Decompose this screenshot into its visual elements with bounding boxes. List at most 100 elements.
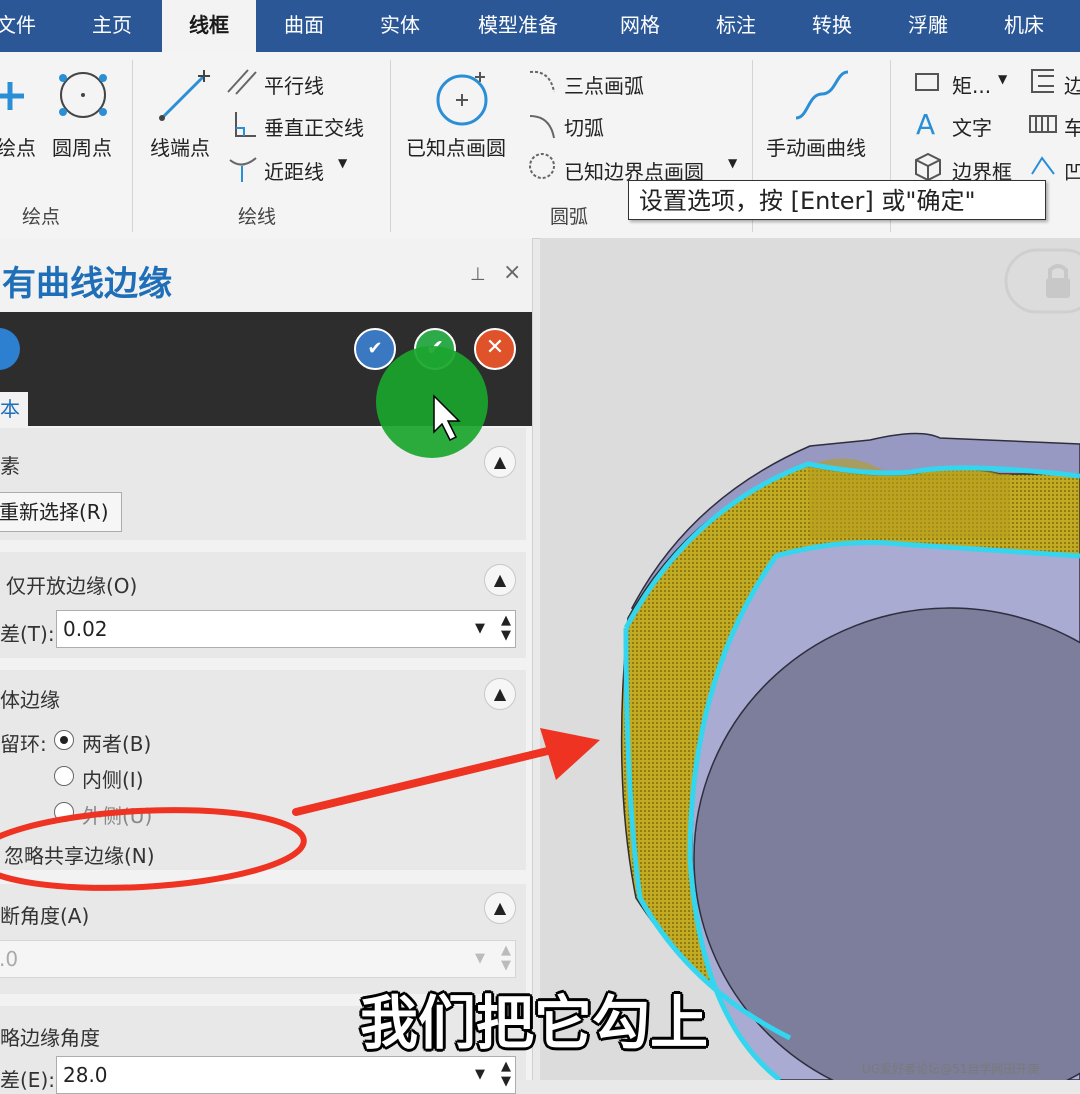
circle-points-icon	[59, 72, 107, 118]
tangent-arc-label: 切弧	[564, 116, 604, 140]
reselect-button[interactable]: 重新选择(R)	[0, 492, 122, 532]
break-angle-checkbox-label[interactable]: 断角度(A)	[0, 900, 89, 929]
spinner-icon[interactable]: ▲ ▼	[501, 1059, 511, 1089]
dropdown-arrow-icon: ▼	[475, 951, 485, 966]
collapse-icon[interactable]: ▲	[484, 892, 516, 924]
circle-center-label: 已知点画圆	[406, 136, 506, 160]
edge-label: 边	[1064, 74, 1080, 98]
radio-inside[interactable]	[54, 766, 74, 786]
group-label-lines: 绘线	[238, 206, 277, 228]
collapse-icon[interactable]: ▲	[484, 446, 516, 478]
cancel-button[interactable]: ✕	[474, 328, 516, 370]
ribbon-tab-bar: 文件 主页 线框 曲面 实体 模型准备 网格 标注 转换 浮雕 机床	[0, 0, 1080, 52]
lathe-label: 车	[1064, 116, 1080, 140]
dropdown-arrow-icon: ▼	[998, 72, 1008, 86]
dropdown-arrow-icon[interactable]: ▼	[475, 1057, 485, 1093]
three-point-arc-icon	[529, 70, 555, 93]
manual-spline-label: 手动画曲线	[766, 136, 866, 160]
spinner-icon: ▲ ▼	[501, 943, 511, 973]
loops-label: 留环:	[0, 732, 47, 756]
tab-mesh[interactable]: 网格	[620, 0, 660, 52]
line-endpoints-label: 线端点	[150, 136, 210, 160]
radio-outside-label: 外侧(U)	[82, 804, 153, 828]
tolerance-label: 差(T):	[0, 622, 55, 646]
video-subtitle: 我们把它勾上	[360, 989, 709, 1057]
point-label: 绘点	[0, 136, 36, 160]
lock-button[interactable]	[1004, 248, 1080, 314]
parallel-lines-icon	[227, 69, 257, 95]
text-icon: A	[916, 108, 936, 141]
skip-edge-angle-label[interactable]: 略边缘角度	[0, 1022, 100, 1051]
recess-label: 凹	[1064, 160, 1080, 184]
group-label-points: 绘点	[22, 206, 61, 228]
tab-machine[interactable]: 机床	[1004, 0, 1044, 52]
tab-file[interactable]: 文件	[0, 0, 36, 52]
viewport-canvas	[620, 248, 1080, 1080]
edge-icon	[1031, 69, 1054, 93]
ok-and-create-button[interactable]: ✔	[354, 328, 396, 370]
collapse-icon[interactable]: ▲	[484, 678, 516, 710]
closest-line-icon	[229, 157, 257, 182]
open-edges-checkbox-label[interactable]: 仅开放边缘(O)	[0, 570, 137, 599]
perpendicular-icon	[235, 112, 256, 137]
bounding-box-icon	[915, 152, 941, 182]
edge-angle-field[interactable]: 28.0 ▼ ▲ ▼	[56, 1056, 516, 1094]
perpendicular-line-label: 垂直正交线	[264, 116, 364, 140]
pin-icon[interactable]: ⊥	[470, 264, 486, 285]
text-label: 文字	[952, 116, 992, 140]
rectangle-label: 矩...	[952, 74, 992, 98]
group-separator	[390, 60, 391, 232]
watermark: UG爱好者论坛@51自学网田开庚	[862, 1062, 1040, 1076]
radio-both[interactable]	[54, 730, 74, 750]
spline-icon	[795, 70, 849, 120]
tab-wireframe[interactable]: 线框	[162, 0, 256, 52]
dropdown-arrow-icon: ▼	[338, 156, 348, 170]
tab-solid[interactable]: 实体	[380, 0, 420, 52]
circle-center-icon	[436, 72, 488, 126]
tab-transform[interactable]: 转换	[812, 0, 852, 52]
radio-inside-label: 内侧(I)	[82, 768, 144, 792]
tooltip: 设置选项，按 [Enter] 或"确定"	[628, 180, 1046, 220]
dropdown-arrow-icon[interactable]: ▼	[475, 611, 485, 647]
close-icon[interactable]: ×	[503, 260, 521, 285]
panel-toolbar: ✔ ✔ ✕	[0, 312, 532, 426]
radio-both-label: 两者(B)	[82, 732, 152, 756]
panel-title: 有曲线边缘	[2, 264, 172, 304]
lathe-icon	[1029, 115, 1057, 133]
radio-outside[interactable]	[54, 802, 74, 822]
rectangle-icon	[915, 73, 939, 91]
edge-angle-tolerance-label: 差(E):	[0, 1068, 55, 1092]
help-button[interactable]	[0, 328, 20, 370]
line-endpoints-icon	[159, 70, 210, 121]
ignore-shared-edges-checkbox[interactable]: 忽略共享边缘(N)	[4, 840, 155, 869]
tab-model-prep[interactable]: 模型准备	[478, 0, 558, 52]
parallel-line-label: 平行线	[264, 74, 324, 98]
section-solid-edges: 体边缘 ▲ 留环: 两者(B) 内侧(I) 外侧(U) 忽略共享边缘(N)	[0, 670, 526, 870]
tolerance-field[interactable]: 0.02 ▼ ▲ ▼	[56, 610, 516, 648]
tab-home[interactable]: 主页	[92, 0, 132, 52]
plus-icon	[0, 82, 24, 110]
section-open-edges: 仅开放边缘(O) ▲ 差(T): 0.02 ▼ ▲ ▼	[0, 552, 526, 658]
tab-basic[interactable]: 本	[0, 392, 28, 426]
collapse-icon[interactable]: ▲	[484, 564, 516, 596]
spinner-icon[interactable]: ▲ ▼	[501, 613, 511, 643]
circle-points-label: 圆周点	[52, 136, 112, 160]
break-angle-field[interactable]: .0 ▼ ▲ ▼	[0, 940, 516, 978]
section-elements-label: 素	[0, 454, 20, 478]
closest-line-label: 近距线	[264, 160, 324, 184]
group-separator	[132, 60, 133, 232]
tab-annotation[interactable]: 标注	[716, 0, 756, 52]
dashed-circle-icon	[529, 153, 555, 179]
tangent-arc-icon	[529, 115, 555, 139]
recess-icon	[1031, 156, 1055, 175]
three-point-arc-label: 三点画弧	[564, 74, 644, 98]
3d-viewport[interactable]	[540, 238, 1080, 1080]
dropdown-arrow-icon: ▼	[728, 156, 738, 170]
ok-button[interactable]: ✔	[414, 328, 456, 370]
group-label-arcs: 圆弧	[550, 206, 589, 228]
section-solid-edges-label: 体边缘	[0, 688, 60, 712]
tab-relief[interactable]: 浮雕	[908, 0, 948, 52]
find-edges-panel: 有曲线边缘 ⊥ × ✔ ✔ ✕ 本 素 ▲ 重新选择(R) 仅开放边缘(O) ▲…	[0, 238, 533, 1094]
tab-surface[interactable]: 曲面	[284, 0, 324, 52]
section-elements: 素 ▲ 重新选择(R)	[0, 428, 526, 540]
